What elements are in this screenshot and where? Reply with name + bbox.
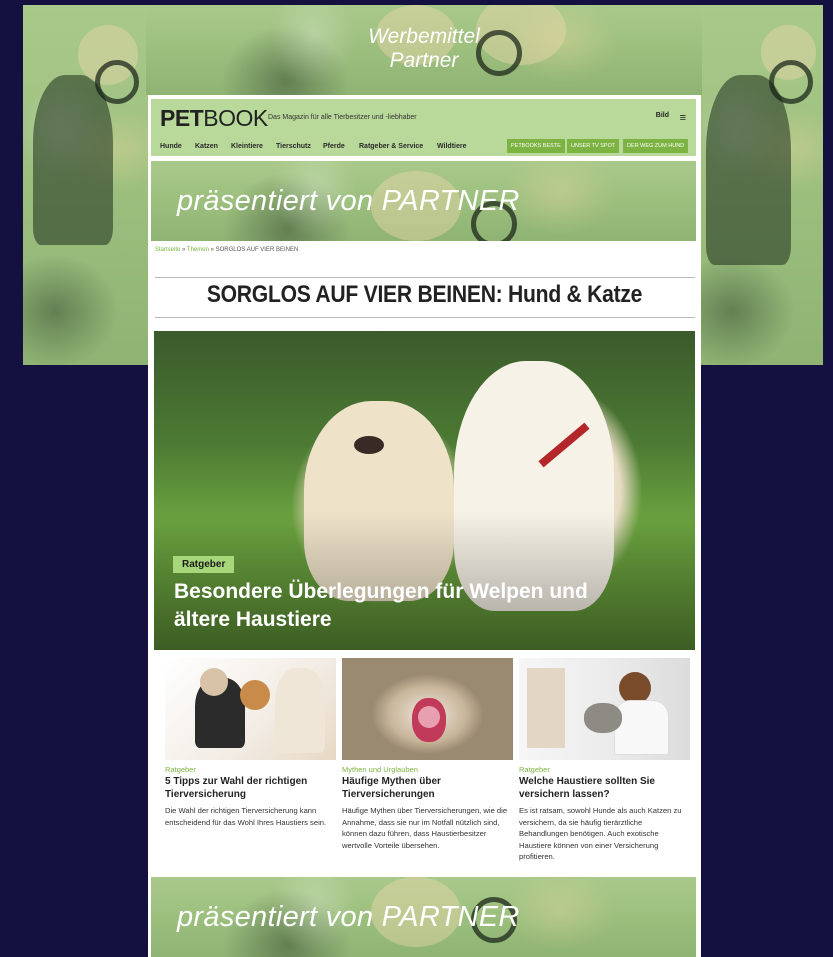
article-thumbnail[interactable] xyxy=(342,658,513,760)
nav-kleintiere[interactable]: Kleintiere xyxy=(231,143,263,150)
article-title[interactable]: 5 Tipps zur Wahl der richtigen Tierversi… xyxy=(165,775,336,801)
article-description: Die Wahl der richtigen Tierversicherung … xyxy=(165,806,327,827)
breadcrumb: Startseite » Themen » SORGLOS AUF VIER B… xyxy=(155,247,299,253)
ad-header-line2: Partner xyxy=(389,49,459,72)
site-logo[interactable]: PETBOOK xyxy=(160,105,268,132)
bild-badge: Bild xyxy=(655,112,669,119)
page-title: SORGLOS AUF VIER BEINEN: Hund & Katze xyxy=(206,281,643,308)
article-category[interactable]: Mythen und Urglauben xyxy=(342,765,513,774)
nav-tierschutz[interactable]: Tierschutz xyxy=(276,143,311,150)
hero-category-tag[interactable]: Ratgeber xyxy=(173,556,235,573)
nav-katzen[interactable]: Katzen xyxy=(195,143,218,150)
hero-title[interactable]: Besondere Überlegungen für Welpen und äl… xyxy=(174,578,644,634)
article-card[interactable]: Ratgeber 5 Tipps zur Wahl der richtigen … xyxy=(165,658,336,828)
ad-header-line1: Werbemittel xyxy=(368,25,480,48)
article-category[interactable]: Ratgeber xyxy=(165,765,336,774)
article-description: Es ist ratsam, sowohl Hunde als auch Kat… xyxy=(519,806,682,862)
nav-pferde[interactable]: Pferde xyxy=(323,143,345,150)
partner-banner-top[interactable]: präsentiert von PARTNER xyxy=(151,161,696,241)
nav-ratgeber-service[interactable]: Ratgeber & Service xyxy=(359,143,423,150)
weg-zum-hund-button[interactable]: DER WEG ZUM HUND xyxy=(623,139,689,153)
site-header: PETBOOK Das Magazin für alle Tierbesitze… xyxy=(151,99,696,156)
partner-banner-bottom[interactable]: präsentiert von PARTNER xyxy=(151,877,696,957)
hamburger-menu-icon[interactable]: ≡ xyxy=(680,112,686,124)
article-title[interactable]: Häufige Mythen über Tierversicherungen xyxy=(342,775,513,801)
article-description: Häufige Mythen über Tierversicherungen, … xyxy=(342,806,508,850)
article-category[interactable]: Ratgeber xyxy=(519,765,690,774)
breadcrumb-home[interactable]: Startseite xyxy=(155,247,180,253)
divider-bottom xyxy=(155,317,695,318)
ad-background-left xyxy=(23,5,151,365)
ad-header: Werbemittel Partner xyxy=(146,25,702,73)
tv-spot-button[interactable]: UNSER TV SPOT xyxy=(567,139,620,153)
breadcrumb-current: SORGLOS AUF VIER BEINEN xyxy=(215,247,299,253)
article-card[interactable]: Mythen und Urglauben Häufige Mythen über… xyxy=(342,658,513,851)
article-thumbnail[interactable] xyxy=(519,658,690,760)
divider-top xyxy=(155,277,695,278)
article-card[interactable]: Ratgeber Welche Haustiere sollten Sie ve… xyxy=(519,658,690,863)
partner-banner-text: präsentiert von PARTNER xyxy=(177,901,520,933)
nav-wildtiere[interactable]: Wildtiere xyxy=(437,143,467,150)
ad-background-right xyxy=(701,5,823,365)
page-preview: PETBOOK Das Magazin für alle Tierbesitze… xyxy=(148,95,701,957)
site-tagline: Das Magazin für alle Tierbesitzer und -l… xyxy=(268,114,417,121)
petbooks-beste-button[interactable]: PETBOOKS BESTE xyxy=(507,139,565,153)
breadcrumb-themen[interactable]: Themen xyxy=(187,247,209,253)
partner-banner-text: präsentiert von PARTNER xyxy=(177,185,520,217)
hero-article[interactable]: Ratgeber Besondere Überlegungen für Welp… xyxy=(154,331,695,650)
nav-hunde[interactable]: Hunde xyxy=(160,143,182,150)
article-title[interactable]: Welche Haustiere sollten Sie versichern … xyxy=(519,775,690,801)
article-thumbnail[interactable] xyxy=(165,658,336,760)
